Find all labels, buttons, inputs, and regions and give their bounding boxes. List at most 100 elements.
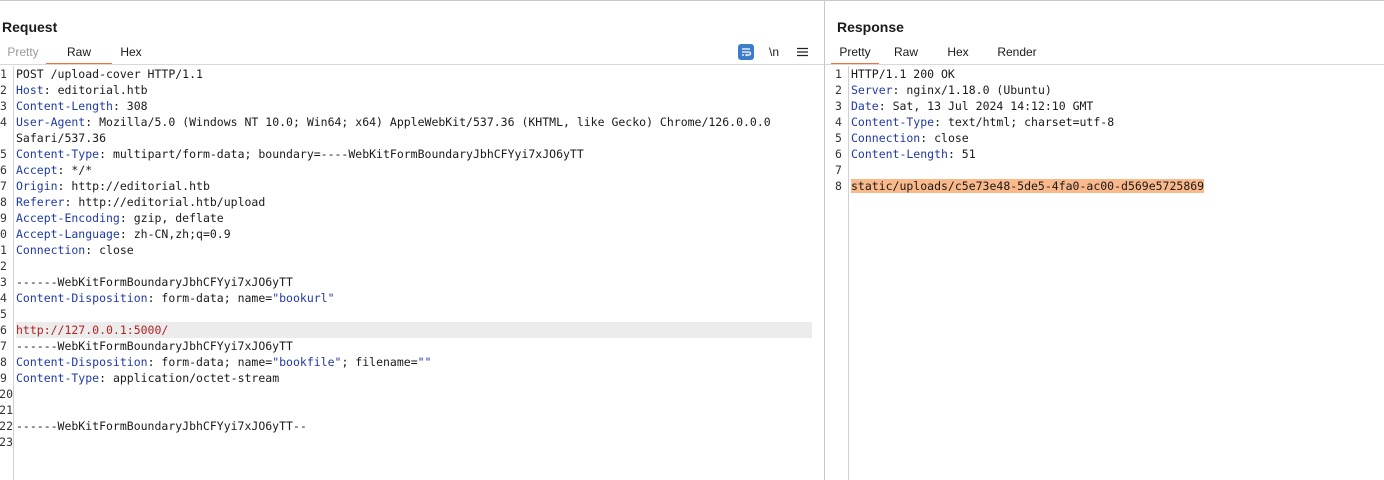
- code-line: Content-Length: 308: [16, 99, 148, 113]
- line-number: 8: [0, 355, 7, 369]
- line-number: 4: [0, 291, 7, 305]
- header-value: close: [92, 243, 134, 257]
- code-line: Server: nginx/1.18.0 (Ubuntu): [851, 83, 1052, 97]
- line-number: 2: [0, 83, 7, 97]
- line-number: 8: [0, 195, 7, 209]
- line-number-gutter: 1 2 3 4 5 6 7 8: [835, 66, 849, 480]
- request-toolbar: \n: [738, 43, 810, 61]
- line-number: 6: [835, 147, 842, 161]
- line-number: 1: [835, 67, 842, 81]
- code-line: Connection: close: [851, 131, 969, 145]
- line-number-gutter: 1 2 3 4 5 6 7 8 9 0 1 2 3 4 5 6 7 8 9 20 21 22 23: [0, 66, 14, 480]
- tab-raw[interactable]: Raw: [46, 43, 112, 65]
- line-number: 1: [0, 243, 7, 257]
- header-name: Content-Disposition: [16, 355, 148, 369]
- header-value: gzip, deflate: [126, 211, 224, 225]
- header-name: Content-Length: [851, 147, 948, 161]
- text-wrap-icon[interactable]: [738, 44, 754, 60]
- code-line: Date: Sat, 13 Jul 2024 14:12:10 GMT: [851, 99, 1094, 113]
- header-value: http://editorial.htb/upload: [71, 195, 266, 209]
- header-value: nginx/1.18.0 (Ubuntu): [899, 83, 1052, 97]
- header-name: Content-Disposition: [16, 291, 148, 305]
- header-name: User-Agent: [16, 115, 86, 129]
- header-value: */*: [64, 163, 93, 177]
- code-text: Safari/537.36: [16, 131, 107, 145]
- code-line: ------WebKitFormBoundaryJbhCFYyi7xJO6yTT…: [16, 418, 812, 434]
- tab-render[interactable]: Render: [983, 43, 1051, 65]
- tab-pretty[interactable]: Pretty: [831, 43, 879, 65]
- line-number: 5: [835, 131, 842, 145]
- response-editor[interactable]: 1 2 3 4 5 6 7 8 HTTP/1.1 200 OK Server: nginx/1.…: [825, 66, 1384, 480]
- code-line: User-Agent: Mozilla/5.0 (Windows NT 10.0…: [16, 115, 771, 129]
- code-line: ------WebKitFormBoundaryJbhCFYyi7xJO6yTT: [16, 338, 812, 354]
- hamburger-menu-icon[interactable]: [794, 44, 810, 60]
- code-line: Content-Type: application/octet-stream: [16, 371, 280, 385]
- header-name: Origin: [16, 179, 58, 193]
- request-tabs: Pretty Raw Hex: [0, 43, 150, 65]
- tab-pretty[interactable]: Pretty: [0, 43, 46, 65]
- header-value: close: [927, 131, 969, 145]
- request-editor[interactable]: 1 2 3 4 5 6 7 8 9 0 1 2 3 4 5 6 7 8 9 20 21 22 23 POST /upload…: [0, 66, 824, 480]
- header-name: Content-Type: [16, 147, 100, 161]
- header-value: text/html; charset=utf-8: [941, 115, 1115, 129]
- code-text: ------WebKitFormBoundaryJbhCFYyi7xJO6yTT: [16, 339, 293, 353]
- tabs-divider: [0, 64, 824, 65]
- code-line: ------WebKitFormBoundaryJbhCFYyi7xJO6yTT: [16, 274, 812, 290]
- tab-raw[interactable]: Raw: [879, 43, 933, 65]
- header-name: Connection: [16, 243, 86, 257]
- code-line: Content-Disposition: form-data; name="bo…: [16, 355, 432, 369]
- code-line: Origin: http://editorial.htb: [16, 179, 210, 193]
- line-number: 20: [0, 387, 13, 401]
- header-value: http://editorial.htb: [64, 179, 210, 193]
- line-number: 9: [0, 211, 7, 225]
- newline-toggle-button[interactable]: \n: [766, 44, 782, 60]
- response-title: Response: [837, 19, 904, 35]
- line-number: 3: [0, 275, 7, 289]
- header-value: form-data; name=: [154, 355, 273, 369]
- header-name: Connection: [851, 131, 921, 145]
- line-number: 6: [0, 163, 7, 177]
- line-number: 3: [835, 99, 842, 113]
- tab-hex[interactable]: Hex: [933, 43, 983, 65]
- header-name: Accept-Language: [16, 227, 120, 241]
- header-name: Content-Length: [16, 99, 113, 113]
- request-code[interactable]: POST /upload-cover HTTP/1.1 Host: editori…: [16, 66, 812, 450]
- line-number: 3: [0, 99, 7, 113]
- header-name: Referer: [16, 195, 65, 209]
- line-number: 8: [835, 179, 842, 193]
- code-text: POST /upload-cover HTTP/1.1: [16, 67, 203, 81]
- tab-hex[interactable]: Hex: [112, 43, 150, 65]
- code-line: Content-Type: multipart/form-data; bound…: [16, 147, 584, 161]
- code-line: Safari/537.36: [16, 130, 812, 146]
- code-line: Content-Disposition: form-data; name="bo…: [16, 291, 335, 305]
- code-line: static/uploads/c5e73e48-5de5-4fa0-ac00-d…: [851, 178, 1376, 194]
- header-value: zh-CN,zh;q=0.9: [126, 227, 231, 241]
- header-name: Content-Type: [851, 115, 935, 129]
- code-line: http://127.0.0.1:5000/: [16, 322, 812, 338]
- line-number: 5: [0, 307, 7, 321]
- quoted-value: "": [417, 355, 432, 369]
- body-url: http://127.0.0.1:5000/: [16, 323, 169, 337]
- line-number: 2: [835, 83, 842, 97]
- code-line: POST /upload-cover HTTP/1.1: [16, 66, 812, 82]
- line-number: 6: [0, 323, 7, 337]
- code-text: ------WebKitFormBoundaryJbhCFYyi7xJO6yTT…: [16, 419, 307, 433]
- header-value: editorial.htb: [50, 83, 148, 97]
- header-name: Accept-Encoding: [16, 211, 120, 225]
- selected-text[interactable]: static/uploads/c5e73e48-5de5-4fa0-ac00-d…: [851, 179, 1205, 193]
- line-number: [0, 130, 13, 146]
- line-number: 23: [0, 435, 13, 449]
- line-number: 9: [0, 371, 7, 385]
- code-line: Host: editorial.htb: [16, 83, 148, 97]
- response-code[interactable]: HTTP/1.1 200 OK Server: nginx/1.18.0 (Ubu…: [851, 66, 1376, 194]
- header-value: form-data; name=: [154, 291, 273, 305]
- response-pane: Response Pretty Raw Hex Render 1 2 3 4 5 6 7 8 …: [825, 0, 1384, 480]
- quoted-value: "bookurl": [272, 291, 335, 305]
- quoted-value: "bookfile": [272, 355, 342, 369]
- request-pane: Request Pretty Raw Hex \n 12345678901234…: [0, 0, 824, 480]
